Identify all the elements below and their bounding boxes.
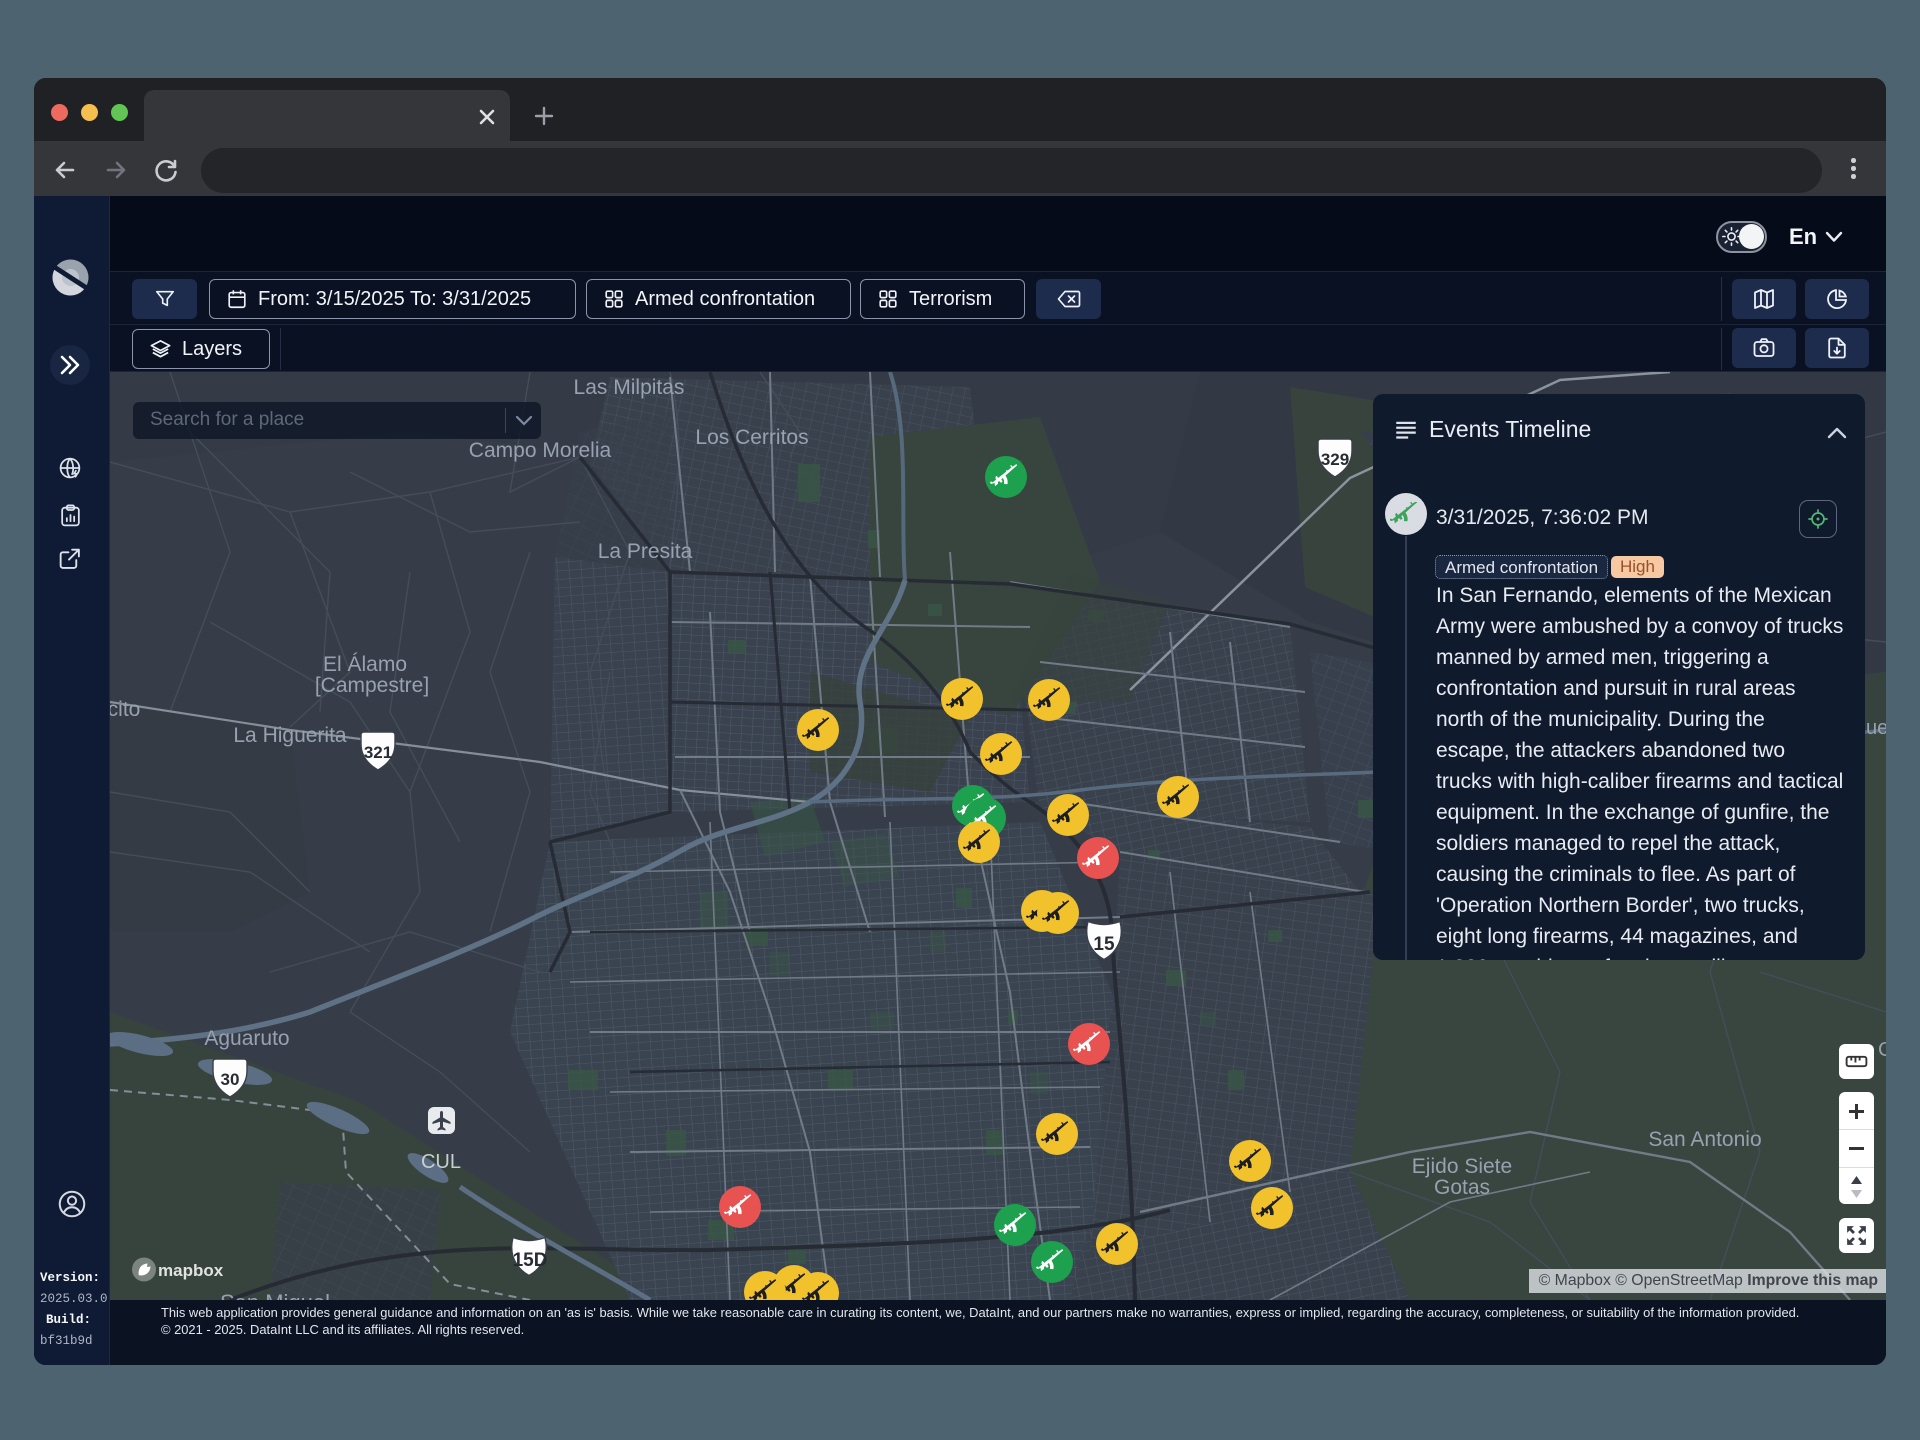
svg-text:La Presita: La Presita xyxy=(598,540,693,563)
svg-text:Campo Morelia: Campo Morelia xyxy=(469,439,612,462)
svg-text:15: 15 xyxy=(1093,934,1115,955)
svg-text:329: 329 xyxy=(1321,450,1349,469)
svg-text:[Campestre]: [Campestre] xyxy=(315,674,429,697)
svg-text:uel: uel xyxy=(1866,717,1886,739)
svg-text:Los Cerritos: Los Cerritos xyxy=(695,426,808,449)
svg-text:San Miguel: San Miguel xyxy=(220,1290,330,1300)
svg-text:mapbox: mapbox xyxy=(158,1261,224,1280)
svg-text:Las Milpitas: Las Milpitas xyxy=(574,376,685,399)
svg-text:Aguaruto: Aguaruto xyxy=(204,1027,289,1050)
svg-text:El Álamo: El Álamo xyxy=(323,653,407,676)
svg-text:CUL: CUL xyxy=(421,1151,461,1173)
svg-text:15D: 15D xyxy=(513,1250,548,1271)
svg-text:Ejido Siete: Ejido Siete xyxy=(1412,1155,1512,1178)
svg-text:Gotas: Gotas xyxy=(1434,1176,1490,1199)
svg-text:30: 30 xyxy=(221,1070,240,1089)
svg-text:cito: cito xyxy=(110,698,140,721)
svg-text:La Higuerita: La Higuerita xyxy=(233,724,347,747)
svg-text:San Antonio: San Antonio xyxy=(1648,1128,1761,1151)
svg-text:C: C xyxy=(1878,1039,1886,1061)
svg-text:321: 321 xyxy=(364,743,392,762)
